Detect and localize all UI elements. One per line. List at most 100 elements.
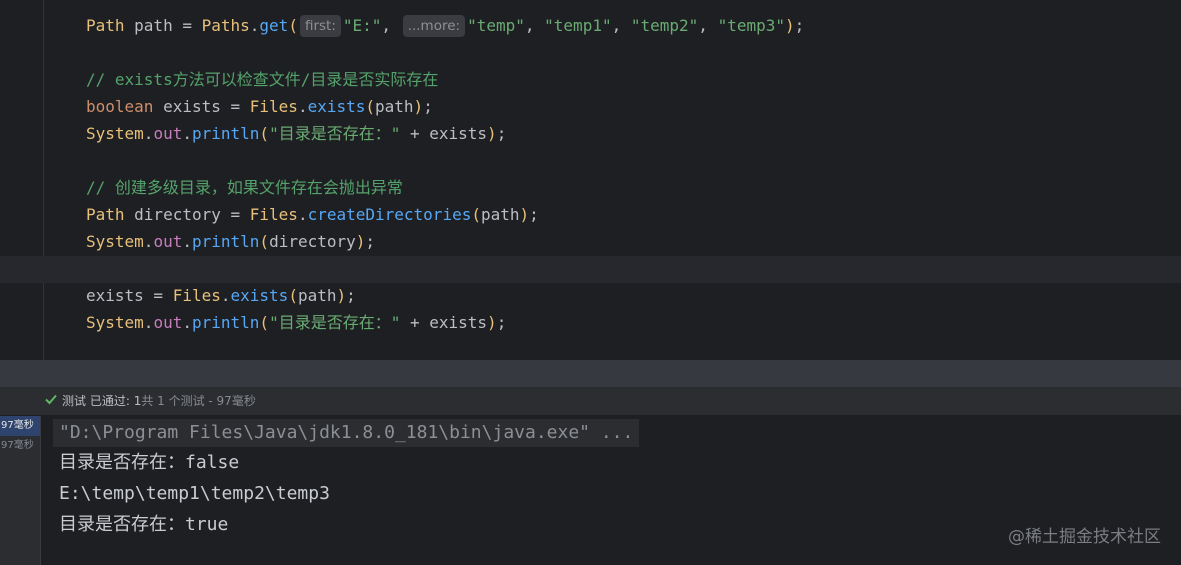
code-token: exists = — [153, 97, 250, 116]
code-token: Path — [86, 16, 125, 35]
code-token: "temp2" — [630, 16, 699, 35]
code-token: , — [524, 16, 545, 35]
code-token: path — [375, 97, 414, 116]
code-token: . — [182, 232, 192, 251]
code-token: . — [297, 97, 308, 116]
code-token: ( — [365, 97, 376, 116]
code-token: . — [143, 232, 154, 251]
test-tree[interactable]: 97毫秒 97毫秒 — [0, 416, 41, 565]
test-tree-item[interactable]: 97毫秒 — [0, 436, 40, 456]
console-output-line: E:\temp\temp1\temp2\temp3 — [59, 483, 330, 504]
code-token: Files — [172, 286, 221, 305]
code-token: "temp1" — [544, 16, 612, 35]
panel-splitter[interactable] — [0, 360, 1181, 387]
code-token: , — [381, 16, 401, 35]
code-token: "目录是否存在：" — [269, 124, 401, 143]
code-token: Paths — [201, 16, 250, 35]
code-token: . — [220, 286, 231, 305]
code-comment[interactable]: // exists方法可以检查文件/目录是否实际存在 — [86, 66, 438, 93]
code-token: System — [86, 232, 144, 251]
code-token: . — [297, 205, 308, 224]
code-token: Files — [249, 205, 298, 224]
code-token: "temp3" — [717, 16, 785, 35]
code-token: Path — [86, 205, 125, 224]
code-line[interactable]: Path directory = Files.createDirectories… — [86, 201, 539, 228]
code-token: exists — [307, 97, 366, 116]
code-token: path — [480, 205, 520, 224]
code-token: ( — [288, 16, 298, 35]
test-status-label: 测试 已通过: — [62, 394, 134, 408]
code-token: exists = — [86, 286, 173, 305]
console-output-line: 目录是否存在：true — [59, 514, 229, 535]
test-tree-item[interactable]: 97毫秒 — [0, 416, 40, 436]
code-token: ( — [471, 205, 481, 224]
code-token: get — [259, 16, 289, 35]
code-token: . — [182, 313, 192, 332]
code-token: ( — [259, 313, 270, 332]
code-token: Files — [249, 97, 298, 116]
current-line-highlight — [0, 256, 1181, 283]
code-token: println — [191, 124, 260, 143]
code-comment[interactable]: // 创建多级目录，如果文件存在会抛出异常 — [86, 174, 403, 201]
code-token: ; — [529, 205, 539, 224]
code-token: ; — [496, 124, 507, 143]
code-token: println — [191, 313, 260, 332]
code-token: createDirectories — [307, 205, 472, 224]
code-token: "目录是否存在：" — [269, 313, 401, 332]
code-token: System — [86, 313, 144, 332]
code-token: + exists — [400, 124, 488, 143]
console-output-line: 目录是否存在：false — [59, 452, 240, 473]
test-status-detail: 共 1 个测试 - 97毫秒 — [141, 394, 256, 408]
code-token: out — [153, 313, 183, 332]
parameter-hint: first: — [299, 15, 341, 37]
code-token: , — [611, 16, 631, 35]
code-token: ) — [519, 205, 530, 224]
code-line[interactable]: System.out.println(directory); — [86, 228, 375, 255]
code-token: out — [153, 232, 183, 251]
code-token: path — [297, 286, 337, 305]
code-token: directory — [269, 232, 356, 251]
code-token: ; — [496, 313, 507, 332]
code-token: . — [182, 124, 192, 143]
code-token: . — [143, 313, 154, 332]
console-command[interactable]: "D:\Program Files\Java\jdk1.8.0_181\bin\… — [53, 419, 640, 447]
code-token: path = — [124, 16, 202, 35]
code-token: ) — [336, 286, 347, 305]
code-token: ( — [288, 286, 298, 305]
code-line[interactable]: System.out.println("目录是否存在：" + exists); — [86, 309, 506, 336]
code-token: "E:" — [342, 16, 382, 35]
code-token: ( — [259, 124, 270, 143]
code-token: ) — [487, 124, 497, 143]
gutter-divider — [43, 0, 44, 360]
test-status-bar: 测试 已通过: 1共 1 个测试 - 97毫秒 — [0, 387, 1181, 416]
parameter-hint: ...more: — [402, 15, 466, 37]
code-token: ) — [487, 313, 497, 332]
test-status-text: 测试 已通过: 1共 1 个测试 - 97毫秒 — [62, 387, 256, 415]
code-token: System — [86, 124, 144, 143]
code-token: . — [249, 16, 260, 35]
code-token: println — [191, 232, 260, 251]
code-token: . — [143, 124, 154, 143]
code-token: ; — [346, 286, 356, 305]
code-token: + exists — [400, 313, 488, 332]
code-token: ( — [259, 232, 270, 251]
code-token: directory = — [124, 205, 250, 224]
code-token: exists — [230, 286, 289, 305]
code-token: ; — [794, 16, 805, 35]
code-line[interactable]: Path path = Paths.get(first: "E:", ...mor… — [86, 12, 804, 39]
code-token: ) — [355, 232, 366, 251]
code-token: boolean — [86, 97, 154, 116]
code-token: ; — [365, 232, 376, 251]
code-line[interactable]: exists = Files.exists(path); — [86, 282, 356, 309]
code-editor[interactable]: Path path = Paths.get(first: "E:", ...mor… — [0, 0, 1181, 360]
check-icon — [45, 394, 57, 405]
code-line[interactable]: boolean exists = Files.exists(path); — [86, 93, 433, 120]
code-token: ; — [423, 97, 433, 116]
code-token: , — [698, 16, 718, 35]
watermark: @稀土掘金技术社区 — [1008, 527, 1161, 547]
code-token: ) — [785, 16, 795, 35]
code-token: "temp" — [467, 16, 525, 35]
code-line[interactable]: System.out.println("目录是否存在：" + exists); — [86, 120, 506, 147]
code-token: out — [153, 124, 183, 143]
code-token: ) — [413, 97, 424, 116]
